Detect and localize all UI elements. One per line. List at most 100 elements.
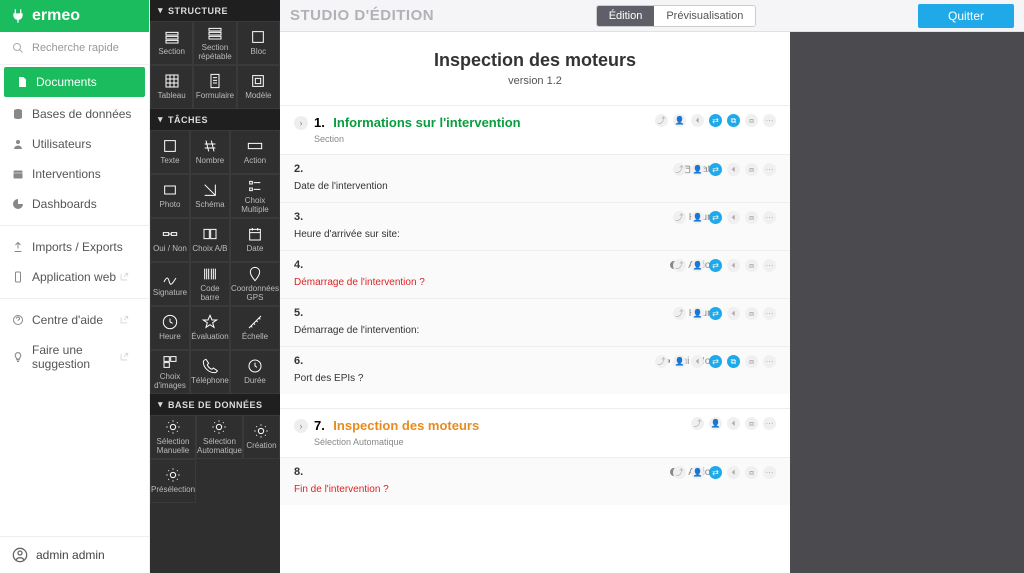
component-icon xyxy=(162,226,178,242)
component-date[interactable]: Date xyxy=(230,218,280,262)
component-texte[interactable]: Texte xyxy=(150,130,190,174)
component-icon xyxy=(211,419,227,435)
item-row-8[interactable]: 8. Action ⤴👤⇄⏴⧈⋯ Fin de l'intervention ? xyxy=(280,457,790,505)
component-signature[interactable]: Signature xyxy=(150,262,190,306)
component--chelle[interactable]: Échelle xyxy=(230,306,280,350)
sidebar: ermeo Recherche rapide Documents Bases d… xyxy=(0,0,150,573)
component-action[interactable]: Action xyxy=(230,130,280,174)
component-icon xyxy=(247,358,263,374)
nav-documents[interactable]: Documents xyxy=(4,67,145,97)
component-t-l-phone[interactable]: Téléphone xyxy=(190,350,230,394)
component-icon xyxy=(165,419,181,435)
component-photo[interactable]: Photo xyxy=(150,174,190,218)
component-icon xyxy=(162,354,178,370)
share-icon[interactable]: ⤴ xyxy=(655,114,668,127)
component-icon xyxy=(162,270,178,286)
component-code-barre[interactable]: Code barre xyxy=(190,262,230,306)
component-choix-multiple[interactable]: Choix Multiple xyxy=(230,174,280,218)
component-icon xyxy=(207,25,223,41)
component-tableau[interactable]: Tableau xyxy=(150,65,193,109)
nav-tertiary: Centre d'aide Faire une suggestion xyxy=(0,305,149,379)
doc-version: version 1.2 xyxy=(280,75,790,87)
brand-name: ermeo xyxy=(32,7,80,25)
item-row-3[interactable]: 3. Heure ⤴👤⇄⏴⧈⋯ Heure d'arrivée sur site… xyxy=(280,202,790,250)
pin-icon[interactable]: ⧈ xyxy=(745,114,758,127)
panel-header-tasks[interactable]: ▾ TÂCHES xyxy=(150,109,280,130)
mode-preview[interactable]: Prévisualisation xyxy=(654,6,755,26)
component-icon xyxy=(202,182,218,198)
component-icon xyxy=(164,73,180,89)
component-oui-non[interactable]: Oui / Non xyxy=(150,218,190,262)
component-icon xyxy=(202,358,218,374)
avatar-icon xyxy=(12,547,28,563)
component-nombre[interactable]: Nombre xyxy=(190,130,230,174)
user-footer[interactable]: admin admin xyxy=(0,536,149,573)
doc-title: Inspection des moteurs xyxy=(280,32,790,75)
nav-primary: Documents Bases de données Utilisateurs … xyxy=(0,65,149,219)
component-icon xyxy=(202,314,218,330)
component-sch-ma[interactable]: Schéma xyxy=(190,174,230,218)
nav-databases[interactable]: Bases de données xyxy=(0,99,149,129)
component-section-r-p-table[interactable]: Section répétable xyxy=(193,21,236,65)
component-choix-d-images[interactable]: Choix d'images xyxy=(150,350,190,394)
nav-users[interactable]: Utilisateurs xyxy=(0,129,149,159)
component-dur-e[interactable]: Durée xyxy=(230,350,280,394)
nav-webapp[interactable]: Application web xyxy=(0,262,149,292)
nav-interventions[interactable]: Interventions xyxy=(0,159,149,189)
item-row-5[interactable]: 5. Heure ⤴👤⇄⏴⧈⋯ Démarrage de l'intervent… xyxy=(280,298,790,346)
user-icon[interactable]: 👤 xyxy=(673,114,686,127)
nav-imports[interactable]: Imports / Exports xyxy=(0,232,149,262)
chevron-right-icon[interactable]: › xyxy=(294,419,308,433)
component-choix-a-b[interactable]: Choix A/B xyxy=(190,218,230,262)
component--valuation[interactable]: Évaluation xyxy=(190,306,230,350)
component-pr-s-lection[interactable]: Présélection xyxy=(150,459,196,503)
item-row-4[interactable]: 4. Action ⤴👤⇄⏴⧈⋯ Démarrage de l'interven… xyxy=(280,250,790,298)
item-row-2[interactable]: 2. Date ⤴👤⇄⏴⧈⋯ Date de l'intervention xyxy=(280,154,790,202)
section-row-7[interactable]: › 7. Inspection des moteurs Sélection Au… xyxy=(280,408,790,457)
component-icon xyxy=(162,138,178,154)
component-icon xyxy=(247,138,263,154)
quit-button[interactable]: Quitter xyxy=(918,4,1014,28)
component-icon xyxy=(207,73,223,89)
component-s-lection-automatique[interactable]: Sélection Automatique xyxy=(196,415,243,459)
more-icon[interactable]: ⋯ xyxy=(763,114,776,127)
section-row-1[interactable]: › 1. Informations sur l'intervention Sec… xyxy=(280,105,790,154)
component-heure[interactable]: Heure xyxy=(150,306,190,350)
plug-icon xyxy=(10,8,26,24)
external-link-icon xyxy=(119,352,129,362)
component-icon xyxy=(247,178,263,194)
upload-icon xyxy=(12,241,24,253)
component-bloc[interactable]: Bloc xyxy=(237,21,280,65)
right-gutter xyxy=(790,32,1024,573)
calendar-icon xyxy=(12,168,24,180)
phone-icon xyxy=(12,271,24,283)
component-s-lection-manuelle[interactable]: Sélection Manuelle xyxy=(150,415,196,459)
copy-icon[interactable]: ⧉ xyxy=(727,114,740,127)
search-input[interactable]: Recherche rapide xyxy=(0,32,149,65)
component-mod-le[interactable]: Modèle xyxy=(237,65,280,109)
panel-header-structure[interactable]: ▾ STRUCTURE xyxy=(150,0,280,21)
item-row-6[interactable]: 6. Oui / Non ⤴👤⏴⇄⧉⧈⋯ Port des EPIs ? xyxy=(280,346,790,394)
component-formulaire[interactable]: Formulaire xyxy=(193,65,236,109)
component-icon xyxy=(162,314,178,330)
mode-edit[interactable]: Édition xyxy=(597,6,655,26)
nav-suggest[interactable]: Faire une suggestion xyxy=(0,335,149,379)
search-icon xyxy=(12,42,24,54)
component-icon xyxy=(247,226,263,242)
component-coordonn-es-gps[interactable]: Coordonnées GPS xyxy=(230,262,280,306)
nav-dashboards[interactable]: Dashboards xyxy=(0,189,149,219)
panel-header-db[interactable]: ▾ BASE DE DONNÉES xyxy=(150,394,280,415)
component-cr-ation[interactable]: Création xyxy=(243,415,280,459)
chevron-right-icon[interactable]: › xyxy=(294,116,308,130)
component-icon xyxy=(202,226,218,242)
dashboard-icon xyxy=(12,198,24,210)
move-icon[interactable]: ⇄ xyxy=(709,114,722,127)
component-icon xyxy=(250,73,266,89)
topbar: STUDIO D'ÉDITION Édition Prévisualisatio… xyxy=(280,0,1024,32)
component-icon xyxy=(164,29,180,45)
component-section[interactable]: Section xyxy=(150,21,193,65)
external-link-icon xyxy=(119,315,129,325)
bulb-icon xyxy=(12,351,24,363)
nav-help[interactable]: Centre d'aide xyxy=(0,305,149,335)
tag-icon[interactable]: ⏴ xyxy=(691,114,704,127)
